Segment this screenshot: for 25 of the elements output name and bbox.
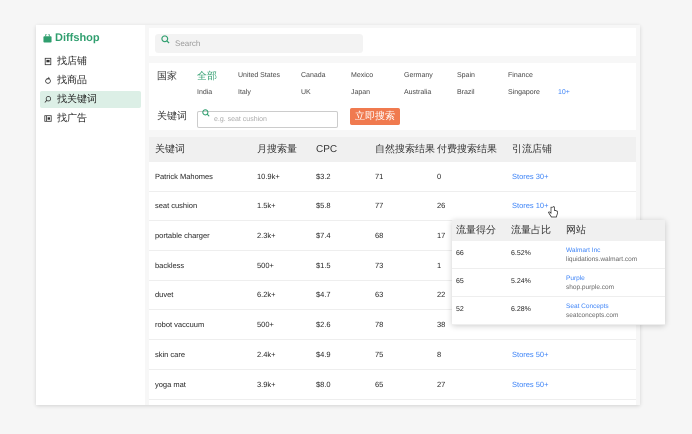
filter-label: 国家 [157, 70, 178, 84]
column-header: 流量占比 [511, 224, 552, 238]
column-header: 月搜索量 [257, 142, 298, 157]
filter-label: 关键词 [157, 110, 188, 124]
bag-icon [43, 34, 52, 42]
nav-item[interactable]: 找商品 [40, 72, 141, 89]
search-icon [202, 109, 210, 117]
column-header: 流量得分 [456, 224, 497, 238]
store-icon [44, 57, 52, 66]
hand-cursor-icon [548, 206, 558, 218]
logo: Diffshop [55, 30, 100, 46]
column-header: CPC [316, 143, 338, 157]
flame-icon [44, 76, 52, 85]
nav-item[interactable]: 找广告 [40, 110, 141, 127]
column-header: 关键词 [155, 142, 186, 157]
search-icon [44, 95, 52, 104]
search-icon [161, 35, 170, 44]
column-header: 引流店铺 [512, 142, 553, 157]
nav-item[interactable]: 找店铺 [40, 53, 141, 70]
column-header: 网站 [566, 224, 587, 238]
column-header: 付费搜索结果 [437, 142, 498, 157]
column-header: 自然搜索结果 [375, 142, 436, 157]
panel-icon [44, 114, 52, 123]
nav-item[interactable]: 找关键词 [40, 91, 141, 108]
search-field[interactable]: Search [155, 34, 363, 53]
